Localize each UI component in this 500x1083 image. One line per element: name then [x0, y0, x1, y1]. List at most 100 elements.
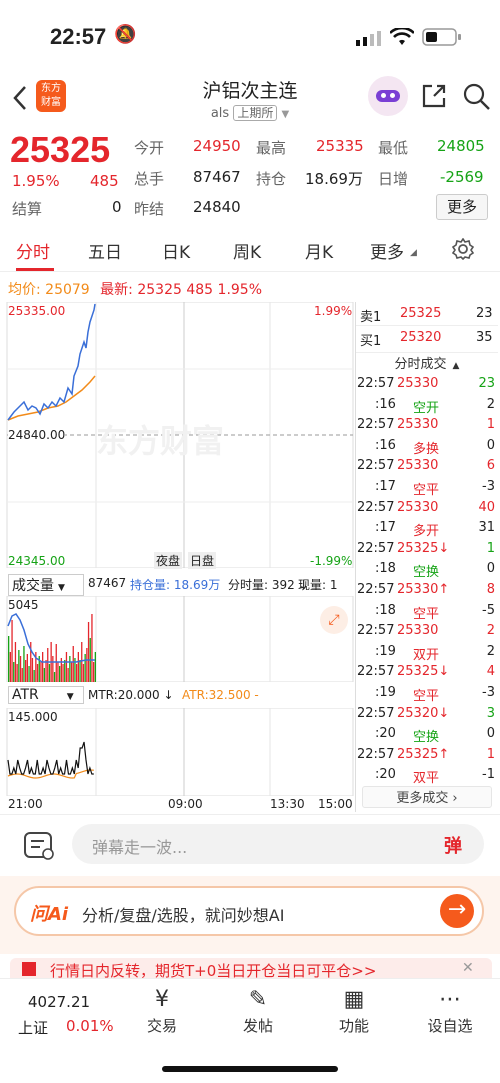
trade-time: 22:57 [357, 623, 395, 639]
volume-chart[interactable] [6, 596, 354, 682]
volume-y-max: 5045 [8, 598, 39, 612]
trade-price: 多开 [413, 524, 440, 540]
prev-settle-value: 24840 [193, 198, 241, 216]
trade-row: :19 双开 2 [357, 642, 497, 664]
volume-bar [76, 664, 78, 682]
trade-volume: -3 [482, 685, 495, 700]
danmu-toggle-icon[interactable] [22, 830, 56, 862]
tab-daily-k[interactable]: 日K [162, 238, 190, 263]
ai-assistant-bar[interactable]: 问Ai 分析/复盘/选股，就问妙想AI [14, 886, 484, 936]
bottom-nav: 4027.21 上证 0.01% ¥ 交易 ✎ 发帖 ▦ 功能 ⋯ 设自选 [0, 978, 500, 1048]
volume-bar [79, 660, 81, 682]
settle-label: 结算 [12, 200, 43, 218]
volume-bar [70, 662, 73, 682]
volume-bar [14, 642, 17, 682]
trade-time: 22:57 [357, 376, 395, 391]
ask-price: 25325 [400, 306, 442, 321]
robot-avatar-icon[interactable] [368, 76, 408, 116]
tick-volume: 分时量: 392 ↓ [228, 578, 309, 592]
day-session-label: 日盘 [188, 552, 217, 569]
index-ticker[interactable]: 4027.21 上证 0.01% [10, 993, 120, 1043]
trade-price: 双平 [413, 771, 440, 787]
volume-bar [62, 664, 64, 682]
trade-volume: 0 [486, 437, 495, 453]
bid-row[interactable]: 买1 25320 35 [356, 328, 498, 350]
volume-bar [16, 664, 18, 682]
index-name: 上证 [18, 1019, 49, 1037]
danmu-placeholder: 弹幕走一波... [92, 838, 188, 857]
volume-label: 总手 [134, 170, 165, 188]
nav-post[interactable]: ✎ 发帖 [218, 987, 298, 1036]
atr-value: ATR:32.500 - [182, 688, 259, 702]
trade-volume: 23 [478, 376, 495, 391]
nav-watchlist[interactable]: ⋯ 设自选 [410, 987, 490, 1036]
ask-volume: 23 [476, 306, 493, 321]
trade-time: :19 [375, 685, 396, 700]
change-pct: 1.95% [12, 172, 60, 190]
low-label: 最低 [378, 139, 409, 157]
bell-slash-icon: 🔕 [114, 24, 137, 45]
watermark: 东方财富 [96, 422, 225, 460]
trade-volume: 0 [486, 726, 495, 742]
nav-functions[interactable]: ▦ 功能 [314, 987, 394, 1036]
volume-selector[interactable]: 成交量 ▼ [8, 574, 84, 596]
trade-volume: 31 [478, 520, 495, 536]
status-bar: 22:57 🔕 [0, 0, 500, 70]
volume-bar [8, 636, 10, 682]
news-close-icon[interactable]: ✕ [462, 960, 474, 976]
trade-volume: 1 [486, 746, 495, 762]
trade-time: :20 [375, 767, 396, 783]
change-value: 485 [90, 172, 119, 190]
volume-bar [87, 622, 90, 682]
volume-bar [55, 644, 57, 682]
trade-volume: 1 [486, 540, 495, 556]
atr-selector[interactable]: ATR ▼ [8, 686, 84, 704]
volume-bar [82, 664, 85, 682]
home-indicator [162, 1066, 338, 1072]
trade-volume: 2 [486, 643, 495, 659]
danmu-send-icon[interactable]: 弹 [444, 832, 462, 858]
danmu-input[interactable]: 弹幕走一波... 弹 [72, 824, 484, 864]
more-dots-icon: ⋯ [439, 987, 461, 1012]
share-icon[interactable] [420, 82, 448, 110]
current-volume: 现量: 1 [298, 578, 338, 592]
index-pct: 0.01% [66, 1017, 114, 1035]
bid-volume: 35 [476, 330, 493, 345]
ask-row[interactable]: 卖1 25325 23 [356, 302, 498, 326]
trade-price: 多换 [413, 441, 440, 457]
trade-row: :18 空平 -5 [357, 601, 497, 623]
volume-bar [9, 652, 11, 682]
volume-bar [36, 664, 39, 682]
settings-gear-icon[interactable] [452, 238, 474, 260]
search-icon[interactable] [462, 82, 492, 112]
tab-weekly-k[interactable]: 周K [233, 238, 261, 263]
volume-bar [84, 654, 86, 682]
volume-bar [19, 656, 22, 682]
x-label-0900: 09:00 [168, 797, 203, 811]
trade-price: 25330 [397, 376, 439, 391]
night-session-label: 夜盘 [154, 552, 183, 569]
tab-more[interactable]: 更多 [370, 238, 404, 263]
trade-price: 25325↑ [397, 746, 450, 762]
trade-price: 25330↑ [397, 582, 450, 597]
volume-bar [13, 662, 15, 682]
tab-intraday[interactable]: 分时 [16, 238, 50, 263]
tab-five-day[interactable]: 五日 [88, 238, 122, 263]
volume-total: 87467 [88, 576, 127, 590]
y-axis-mid: 24840.00 [8, 428, 66, 442]
volume-bar [26, 654, 28, 682]
more-quote-button[interactable]: 更多 [436, 194, 488, 220]
arrow-right-icon[interactable]: → [440, 894, 474, 928]
trades-title[interactable]: 分时成交 ▲ [356, 352, 498, 372]
tab-monthly-k[interactable]: 月K [305, 238, 333, 263]
atr-chart[interactable] [6, 708, 354, 796]
trade-time: :16 [375, 396, 396, 412]
news-ticker[interactable]: 行情日内反转，期货T+0当日开仓当日可平仓>> ✕ [10, 958, 492, 980]
volume-bar [33, 670, 35, 682]
trade-time: 22:57 [357, 746, 395, 762]
trade-time: 22:57 [357, 417, 395, 433]
expand-icon[interactable]: ⤢ [320, 606, 348, 634]
nav-trade[interactable]: ¥ 交易 [122, 987, 202, 1036]
more-trades-button[interactable]: 更多成交 › [362, 786, 492, 808]
trade-row: 22:57 25330↑ 8 [357, 580, 497, 602]
